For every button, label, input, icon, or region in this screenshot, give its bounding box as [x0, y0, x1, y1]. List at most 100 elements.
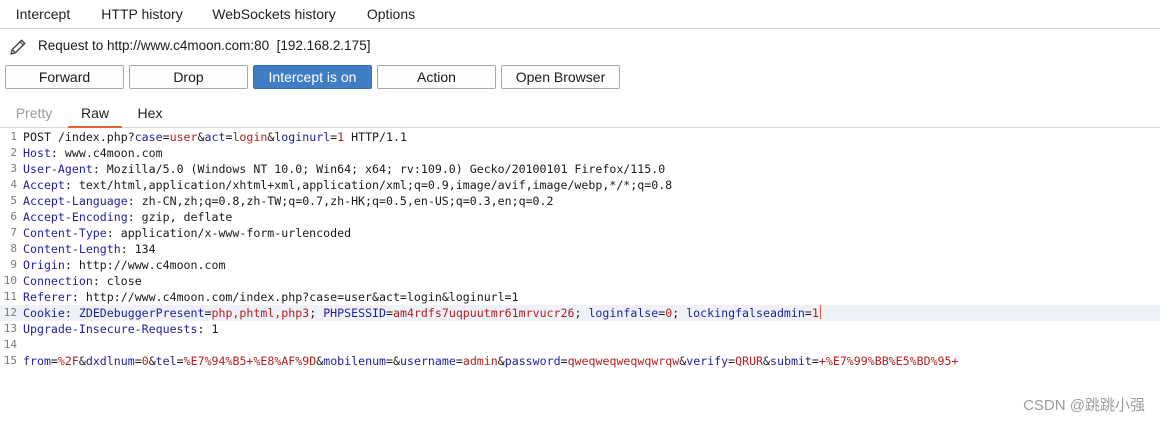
plain-text: & [393, 354, 401, 368]
line-content: Connection: close [23, 273, 142, 289]
field-key: Host [23, 146, 51, 160]
plain-text: : http://www.c4moon.com/index.php?case=u… [71, 290, 519, 304]
field-key: User-Agent [23, 162, 93, 176]
field-key: case [134, 130, 163, 144]
editor-line[interactable]: 12 Cookie: ZDEDebuggerPresent = php,phtml,p… [0, 305, 1160, 321]
plain-text: HTTP/1.1 [344, 130, 407, 144]
field-value: QRUR [735, 354, 764, 368]
field-key: Origin [23, 258, 65, 272]
line-content: Origin: http://www.c4moon.com [23, 257, 225, 273]
plain-text: = [386, 306, 393, 320]
plain-text: = [804, 306, 812, 320]
intercept-toggle-button[interactable]: Intercept is on [253, 65, 372, 89]
field-key: username [400, 354, 456, 368]
editor-line[interactable]: 4 Accept: text/html,application/xhtml+xml… [0, 177, 1160, 193]
request-editor[interactable]: 1 POST /index.php?case=user&act=login&log… [0, 128, 1160, 424]
editor-line[interactable]: 2 Host: www.c4moon.com [0, 145, 1160, 161]
line-number: 10 [3, 274, 17, 287]
field-value: admin [462, 354, 498, 368]
text-caret [819, 305, 821, 319]
drop-button[interactable]: Drop [129, 65, 248, 89]
editor-line[interactable]: 9 Origin: http://www.c4moon.com [0, 257, 1160, 273]
field-value: qweqweqweqwqwrqw [567, 354, 680, 368]
editor-line[interactable]: 10 Connection: close [0, 273, 1160, 289]
field-key: Referer [23, 290, 72, 304]
plain-text: = [455, 354, 463, 368]
field-key: Cookie [23, 306, 65, 320]
editor-line[interactable]: 8 Content-Length: 134 [0, 241, 1160, 257]
plain-text: ; [672, 306, 687, 320]
plain-text: : 134 [120, 242, 156, 256]
plain-text: : close [92, 274, 142, 288]
editor-line[interactable]: 14 [0, 337, 1160, 353]
field-key: Content-Type [23, 226, 107, 240]
pencil-icon[interactable] [8, 37, 28, 57]
request-info-row: Request to http://www.c4moon.com:80 [192… [0, 34, 1160, 60]
message-view-tabs: Pretty Raw Hex [0, 101, 1160, 128]
plain-text: & [78, 354, 86, 368]
plain-text: = [50, 354, 58, 368]
field-key: Accept [23, 178, 65, 192]
field-key: password [504, 354, 561, 368]
plain-text: = [176, 354, 184, 368]
action-button[interactable]: Action [377, 65, 496, 89]
line-content: User-Agent: Mozilla/5.0 (Windows NT 10.0… [23, 161, 665, 177]
top-tab-bar: Intercept HTTP history WebSockets histor… [0, 0, 1160, 29]
plain-text: : 1 [197, 322, 219, 336]
line-content: Content-Length: 134 [23, 241, 156, 257]
plain-text: = [386, 354, 394, 368]
field-value: %2F [57, 354, 79, 368]
field-key: Connection [23, 274, 93, 288]
editor-line[interactable]: 1 POST /index.php?case=user&act=login&log… [0, 129, 1160, 145]
field-value: 1 [811, 306, 819, 320]
plain-text: & [148, 354, 156, 368]
line-number: 9 [10, 258, 17, 271]
tab-intercept[interactable]: Intercept [3, 0, 83, 28]
tab-http-history[interactable]: HTTP history [92, 0, 192, 28]
tab-pretty[interactable]: Pretty [8, 101, 60, 127]
line-content: Content-Type: application/x-www-form-url… [23, 225, 351, 241]
tab-hex[interactable]: Hex [128, 101, 172, 127]
tab-raw[interactable]: Raw [68, 101, 122, 128]
tab-options[interactable]: Options [357, 0, 425, 28]
editor-line[interactable]: 11 Referer: http://www.c4moon.com/index.p… [0, 289, 1160, 305]
request-target: Request to http://www.c4moon.com:80 [192… [38, 38, 371, 53]
field-value: +%E7%99%BB%E5%BD%95+ [818, 354, 959, 368]
editor-line[interactable]: 6 Accept-Encoding: gzip, deflate [0, 209, 1160, 225]
plain-text: = [162, 130, 170, 144]
field-value: php,phtml,php3 [211, 306, 310, 320]
field-key: verify [686, 354, 729, 368]
plain-text: : http://www.c4moon.com [64, 258, 226, 272]
editor-line[interactable]: 15 from=%2F&dxdlnum=0&tel=%E7%94%B5+%E8%A… [0, 353, 1160, 369]
plain-text: ; [309, 306, 324, 320]
plain-text: : gzip, deflate [127, 210, 233, 224]
editor-line[interactable]: 3 User-Agent: Mozilla/5.0 (Windows NT 10.… [0, 161, 1160, 177]
forward-button[interactable]: Forward [5, 65, 124, 89]
line-content: Upgrade-Insecure-Requests: 1 [23, 321, 218, 337]
line-content: Host: www.c4moon.com [23, 145, 163, 161]
plain-text: : Mozilla/5.0 (Windows NT 10.0; Win64; x… [92, 162, 666, 176]
line-number: 2 [10, 146, 17, 159]
field-key: from [23, 354, 51, 368]
field-value: am4rdfs7uqpuutmr61mrvucr26 [393, 306, 575, 320]
field-value: user [169, 130, 198, 144]
line-number: 14 [3, 338, 17, 351]
field-key: PHPSESSID [323, 306, 387, 320]
line-number: 13 [3, 322, 17, 335]
line-content: Accept-Encoding: gzip, deflate [23, 209, 232, 225]
field-key: mobilenum [323, 354, 387, 368]
line-number: 4 [10, 178, 17, 191]
plain-text: : text/html,application/xhtml+xml,applic… [64, 178, 673, 192]
editor-line[interactable]: 7 Content-Type: application/x-www-form-ur… [0, 225, 1160, 241]
editor-line[interactable]: 5 Accept-Language: zh-CN,zh;q=0.8,zh-TW;q… [0, 193, 1160, 209]
line-number: 3 [10, 162, 17, 175]
plain-text: : [64, 306, 79, 320]
field-key: Content-Length [23, 242, 121, 256]
tab-websockets-history[interactable]: WebSockets history [203, 0, 345, 28]
open-browser-button[interactable]: Open Browser [501, 65, 620, 89]
watermark: CSDN @跳跳小强 [1023, 397, 1145, 414]
line-content: Cookie: ZDEDebuggerPresent = php,phtml,php… [23, 305, 821, 321]
editor-line[interactable]: 13 Upgrade-Insecure-Requests: 1 [0, 321, 1160, 337]
line-content: Accept-Language: zh-CN,zh;q=0.8,zh-TW;q=… [23, 193, 554, 209]
plain-text: & [197, 130, 205, 144]
